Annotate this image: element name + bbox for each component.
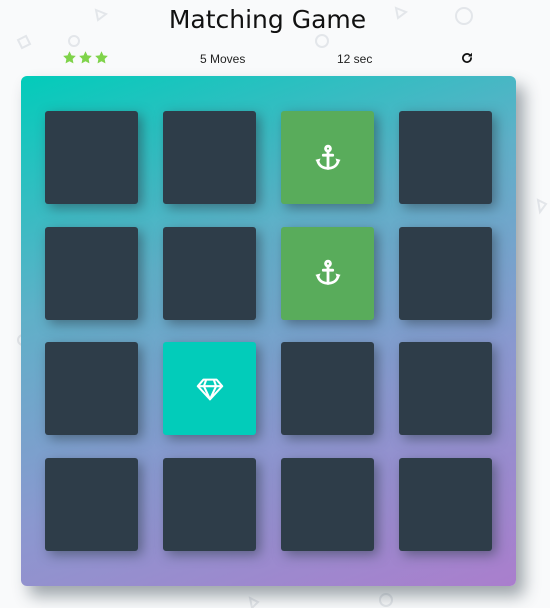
card[interactable] [399,342,492,435]
game-page: Matching Game 5 Moves 12 sec [0,0,550,608]
card[interactable] [399,457,492,551]
card[interactable] [45,226,138,320]
card[interactable] [281,226,374,320]
card[interactable] [163,457,256,551]
diamond-icon [195,374,225,404]
card[interactable] [281,111,374,204]
star-icon [94,50,109,65]
star-icon [78,50,93,65]
card[interactable] [399,226,492,320]
card[interactable] [281,457,374,551]
restart-button[interactable] [460,51,476,67]
card[interactable] [45,457,138,551]
star-rating [62,50,109,65]
card[interactable] [399,111,492,204]
anchor-icon [313,258,343,288]
timer: 12 sec [337,52,373,66]
moves-counter: 5 Moves [200,52,246,66]
repeat-icon [462,52,472,63]
star-icon [62,50,77,65]
card[interactable] [45,342,138,435]
card[interactable] [163,111,256,204]
card[interactable] [281,342,374,435]
score-panel: 5 Moves 12 sec [62,50,476,68]
card[interactable] [163,226,256,320]
card-deck [21,76,516,586]
card[interactable] [45,111,138,204]
card[interactable] [163,342,256,435]
anchor-icon [313,143,343,173]
page-title: Matching Game [168,5,367,34]
